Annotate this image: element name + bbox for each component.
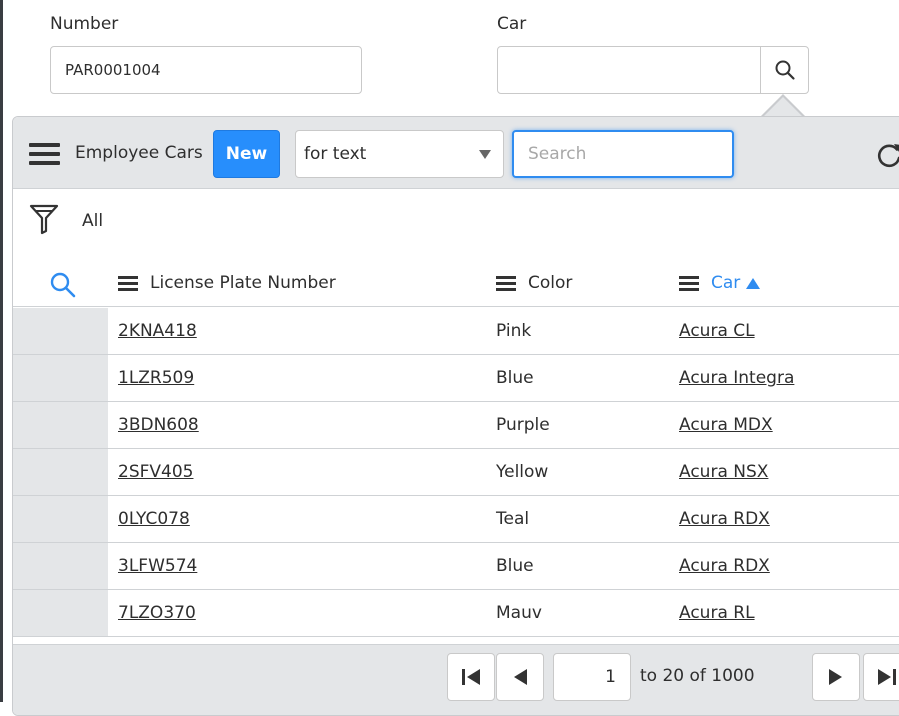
color-cell: Mauv bbox=[496, 603, 542, 623]
plate-link[interactable]: 7LZO370 bbox=[118, 603, 196, 623]
car-lookup-button[interactable] bbox=[760, 46, 809, 94]
plate-link[interactable]: 3BDN608 bbox=[118, 415, 199, 435]
row-gutter bbox=[13, 402, 108, 448]
car-link[interactable]: Acura NSX bbox=[679, 462, 768, 482]
page-range-text: to 20 of 1000 bbox=[640, 666, 755, 686]
page-number-input[interactable] bbox=[553, 653, 631, 701]
first-page-icon bbox=[462, 669, 480, 685]
plate-link[interactable]: 1LZR509 bbox=[118, 368, 194, 388]
table-body: 2KNA418 Pink Acura CL 1LZR509 Blue Acura… bbox=[13, 308, 899, 637]
list-toolbar: Employee Cars New for text bbox=[13, 117, 899, 189]
color-cell: Purple bbox=[496, 415, 550, 435]
car-link[interactable]: Acura MDX bbox=[679, 415, 773, 435]
table-row[interactable]: 2KNA418 Pink Acura CL bbox=[13, 308, 899, 355]
car-link[interactable]: Acura RDX bbox=[679, 556, 770, 576]
search-input[interactable] bbox=[512, 130, 734, 178]
row-gutter bbox=[13, 355, 108, 401]
plate-link[interactable]: 2KNA418 bbox=[118, 321, 197, 341]
filter-breadcrumb[interactable]: All bbox=[82, 211, 103, 231]
row-gutter bbox=[13, 449, 108, 495]
column-menu-icon[interactable] bbox=[496, 276, 516, 291]
hamburger-icon[interactable] bbox=[29, 143, 60, 165]
table-row[interactable]: 7LZO370 Mauv Acura RL bbox=[13, 590, 899, 637]
table-row[interactable]: 1LZR509 Blue Acura Integra bbox=[13, 355, 899, 402]
next-page-button[interactable] bbox=[812, 653, 860, 701]
table-row[interactable]: 3LFW574 Blue Acura RDX bbox=[13, 543, 899, 590]
sort-ascending-icon bbox=[746, 277, 761, 289]
number-label: Number bbox=[50, 14, 119, 34]
table-row[interactable]: 2SFV405 Yellow Acura NSX bbox=[13, 449, 899, 496]
car-link[interactable]: Acura CL bbox=[679, 321, 755, 341]
car-link[interactable]: Acura RDX bbox=[679, 509, 770, 529]
search-field-select-value: for text bbox=[304, 144, 367, 164]
next-page-icon bbox=[829, 669, 842, 685]
car-field[interactable] bbox=[497, 46, 761, 94]
car-label: Car bbox=[497, 14, 527, 34]
car-link[interactable]: Acura Integra bbox=[679, 368, 794, 388]
number-field[interactable]: PAR0001004 bbox=[50, 46, 362, 94]
lookup-popover: Employee Cars New for text All License P… bbox=[12, 116, 899, 716]
plate-link[interactable]: 0LYC078 bbox=[118, 509, 190, 529]
last-page-icon bbox=[878, 669, 896, 685]
search-icon bbox=[775, 60, 795, 80]
row-gutter bbox=[13, 496, 108, 542]
last-page-button[interactable] bbox=[863, 653, 899, 701]
search-field-select[interactable]: for text bbox=[295, 130, 504, 178]
funnel-icon[interactable] bbox=[29, 203, 59, 235]
popover-arrow-fill bbox=[763, 97, 803, 117]
color-cell: Pink bbox=[496, 321, 532, 341]
new-button[interactable]: New bbox=[213, 130, 280, 178]
column-label: License Plate Number bbox=[150, 273, 336, 293]
row-gutter bbox=[13, 590, 108, 636]
list-title: Employee Cars bbox=[75, 143, 203, 163]
column-label: Color bbox=[528, 273, 573, 293]
row-gutter bbox=[13, 543, 108, 589]
plate-link[interactable]: 3LFW574 bbox=[118, 556, 197, 576]
color-cell: Teal bbox=[496, 509, 530, 529]
previous-page-button[interactable] bbox=[496, 653, 544, 701]
chevron-down-icon bbox=[479, 150, 491, 159]
plate-link[interactable]: 2SFV405 bbox=[118, 462, 193, 482]
color-cell: Blue bbox=[496, 556, 534, 576]
search-icon[interactable] bbox=[49, 271, 77, 299]
car-link[interactable]: Acura RL bbox=[679, 603, 755, 623]
window-edge bbox=[0, 0, 3, 702]
color-cell: Blue bbox=[496, 368, 534, 388]
color-cell: Yellow bbox=[496, 462, 549, 482]
pagination-bar: to 20 of 1000 bbox=[13, 644, 899, 715]
column-label: Car bbox=[711, 273, 741, 293]
table-row[interactable]: 0LYC078 Teal Acura RDX bbox=[13, 496, 899, 543]
column-menu-icon[interactable] bbox=[679, 276, 699, 291]
filter-row: All bbox=[13, 189, 899, 247]
column-menu-icon[interactable] bbox=[118, 276, 138, 291]
row-gutter bbox=[13, 308, 108, 354]
table-header: License Plate Number Color Car bbox=[13, 263, 899, 307]
first-page-button[interactable] bbox=[447, 653, 495, 701]
column-header-color[interactable]: Color bbox=[496, 273, 572, 293]
refresh-icon[interactable] bbox=[875, 141, 899, 169]
previous-page-icon bbox=[514, 669, 527, 685]
table-row[interactable]: 3BDN608 Purple Acura MDX bbox=[13, 402, 899, 449]
column-header-license-plate[interactable]: License Plate Number bbox=[118, 273, 336, 293]
column-header-car[interactable]: Car bbox=[679, 273, 761, 293]
